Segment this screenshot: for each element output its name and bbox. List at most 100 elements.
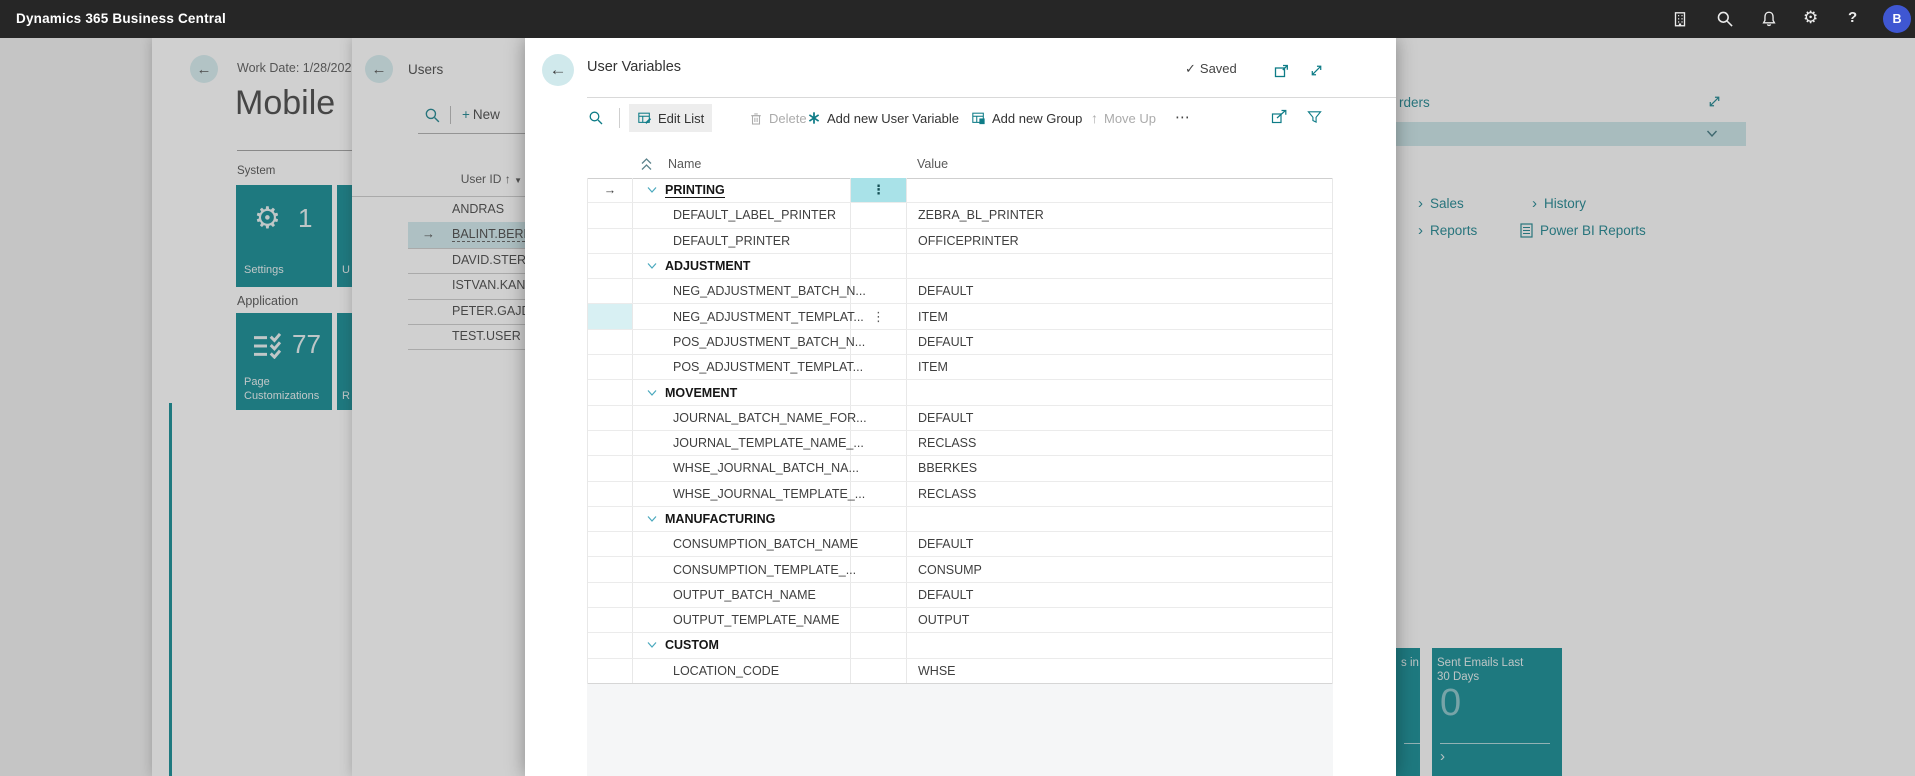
row-options-cell[interactable] [851, 330, 907, 354]
settings-gear-icon[interactable]: ⚙ [1803, 8, 1818, 28]
variable-row[interactable]: CONSUMPTION_BATCH_NAMEDEFAULT [588, 532, 1332, 557]
column-header-value[interactable]: Value [917, 157, 948, 171]
name-cell[interactable]: CONSUMPTION_TEMPLATE_... [633, 557, 851, 581]
row-options-cell[interactable] [851, 279, 907, 303]
name-cell[interactable]: DEFAULT_PRINTER [633, 229, 851, 253]
search-icon[interactable] [588, 110, 604, 126]
value-cell[interactable]: RECLASS [907, 482, 1332, 506]
row-marker-cell[interactable] [588, 557, 633, 581]
row-options-cell[interactable] [851, 659, 907, 683]
chevron-down-icon[interactable] [646, 513, 658, 525]
name-cell[interactable]: NEG_ADJUSTMENT_TEMPLAT... [633, 304, 851, 328]
value-cell[interactable]: DEFAULT [907, 279, 1332, 303]
row-options-cell[interactable] [851, 456, 907, 480]
variable-row[interactable]: OUTPUT_BATCH_NAME DEFAULT [588, 583, 1332, 608]
row-marker-cell[interactable] [588, 608, 633, 632]
name-cell[interactable]: OUTPUT_TEMPLATE_NAME [633, 608, 851, 632]
group-row[interactable]: CUSTOM [588, 633, 1332, 658]
add-user-variable-button[interactable]: Add new User Variable [799, 104, 967, 132]
name-cell[interactable]: WHSE_JOURNAL_TEMPLATE_... [633, 482, 851, 506]
chevron-down-icon[interactable] [646, 639, 658, 651]
variable-row[interactable]: OUTPUT_TEMPLATE_NAME OUTPUT [588, 608, 1332, 633]
variable-row[interactable]: POS_ADJUSTMENT_BATCH_N... DEFAULT [588, 330, 1332, 355]
chevron-down-icon[interactable] [646, 260, 658, 272]
open-in-window-icon[interactable] [1273, 63, 1290, 79]
group-row[interactable]: ADJUSTMENT [588, 254, 1332, 279]
value-cell[interactable]: BBERKES [907, 456, 1332, 480]
row-marker-cell[interactable]: → [588, 178, 633, 202]
row-options-cell[interactable] [851, 583, 907, 607]
column-header-name[interactable]: Name [668, 157, 701, 171]
value-cell[interactable]: DEFAULT [907, 330, 1332, 354]
value-cell[interactable] [907, 380, 1332, 404]
row-marker-cell[interactable] [588, 482, 633, 506]
row-marker-cell[interactable] [588, 583, 633, 607]
value-cell[interactable]: OFFICEPRINTER [907, 229, 1332, 253]
notifications-bell-icon[interactable] [1760, 10, 1778, 28]
row-options-cell[interactable] [851, 507, 907, 531]
group-row[interactable]: MOVEMENT [588, 380, 1332, 405]
variable-row[interactable]: JOURNAL_TEMPLATE_NAME_... RECLASS [588, 431, 1332, 456]
name-cell[interactable]: POS_ADJUSTMENT_TEMPLAT... [633, 355, 851, 379]
more-options-button[interactable]: ⋯ [1175, 108, 1191, 126]
name-cell[interactable]: ADJUSTMENT [633, 254, 851, 278]
share-icon[interactable] [1271, 109, 1288, 124]
company-icon[interactable] [1671, 10, 1689, 28]
row-marker-cell[interactable] [588, 456, 633, 480]
row-marker-cell[interactable] [588, 229, 633, 253]
row-marker-cell[interactable] [588, 406, 633, 430]
row-marker-cell[interactable] [588, 304, 633, 328]
row-marker-cell[interactable] [588, 532, 633, 556]
variable-row[interactable]: LOCATION_CODEWHSE [588, 659, 1332, 684]
value-cell[interactable] [907, 633, 1332, 657]
name-cell[interactable]: PRINTING [633, 178, 851, 202]
edit-list-button[interactable]: Edit List [629, 104, 712, 132]
value-cell[interactable]: DEFAULT [907, 583, 1332, 607]
row-options-cell[interactable] [851, 633, 907, 657]
variable-row[interactable]: WHSE_JOURNAL_TEMPLATE_... RECLASS [588, 482, 1332, 507]
row-options-cell[interactable] [851, 203, 907, 227]
row-more-options-icon[interactable]: ⋮ [872, 182, 885, 198]
value-cell[interactable] [907, 507, 1332, 531]
value-cell[interactable]: CONSUMP [907, 557, 1332, 581]
variable-row[interactable]: POS_ADJUSTMENT_TEMPLAT...ITEM [588, 355, 1332, 380]
value-cell[interactable]: RECLASS [907, 431, 1332, 455]
name-cell[interactable]: WHSE_JOURNAL_BATCH_NA... [633, 456, 851, 480]
row-options-cell[interactable] [851, 431, 907, 455]
group-row[interactable]: →PRINTING ⋮ [588, 178, 1332, 203]
value-cell[interactable]: DEFAULT [907, 406, 1332, 430]
add-group-button[interactable]: Add new Group [963, 104, 1090, 132]
chevron-down-icon[interactable] [646, 184, 658, 196]
row-marker-cell[interactable] [588, 330, 633, 354]
row-marker-cell[interactable] [588, 279, 633, 303]
variable-row[interactable]: JOURNAL_BATCH_NAME_FOR... DEFAULT [588, 406, 1332, 431]
row-options-cell[interactable] [851, 229, 907, 253]
row-marker-cell[interactable] [588, 507, 633, 531]
expand-icon[interactable] [1309, 63, 1324, 78]
row-marker-cell[interactable] [588, 431, 633, 455]
avatar[interactable]: B [1883, 5, 1911, 33]
name-cell[interactable]: DEFAULT_LABEL_PRINTER [633, 203, 851, 227]
row-marker-cell[interactable] [588, 254, 633, 278]
name-cell[interactable]: OUTPUT_BATCH_NAME [633, 583, 851, 607]
name-cell[interactable]: POS_ADJUSTMENT_BATCH_N... [633, 330, 851, 354]
variable-row[interactable]: CONSUMPTION_TEMPLATE_... CONSUMP [588, 557, 1332, 582]
variable-row[interactable]: DEFAULT_LABEL_PRINTERZEBRA_BL_PRINTER [588, 203, 1332, 228]
group-row[interactable]: MANUFACTURING [588, 507, 1332, 532]
row-marker-cell[interactable] [588, 633, 633, 657]
name-cell[interactable]: MANUFACTURING [633, 507, 851, 531]
name-cell[interactable]: LOCATION_CODE [633, 659, 851, 683]
name-cell[interactable]: JOURNAL_BATCH_NAME_FOR... [633, 406, 851, 430]
variable-row[interactable]: NEG_ADJUSTMENT_BATCH_N...DEFAULT [588, 279, 1332, 304]
collapse-all-icon[interactable] [640, 157, 653, 172]
name-cell[interactable]: JOURNAL_TEMPLATE_NAME_... [633, 431, 851, 455]
value-cell[interactable]: DEFAULT [907, 532, 1332, 556]
name-cell[interactable]: MOVEMENT [633, 380, 851, 404]
value-cell[interactable] [907, 254, 1332, 278]
row-marker-cell[interactable] [588, 380, 633, 404]
value-cell[interactable]: OUTPUT [907, 608, 1332, 632]
row-marker-cell[interactable] [588, 659, 633, 683]
row-options-cell[interactable]: ⋮ [851, 178, 907, 202]
row-options-cell[interactable] [851, 254, 907, 278]
row-options-cell[interactable] [851, 557, 907, 581]
